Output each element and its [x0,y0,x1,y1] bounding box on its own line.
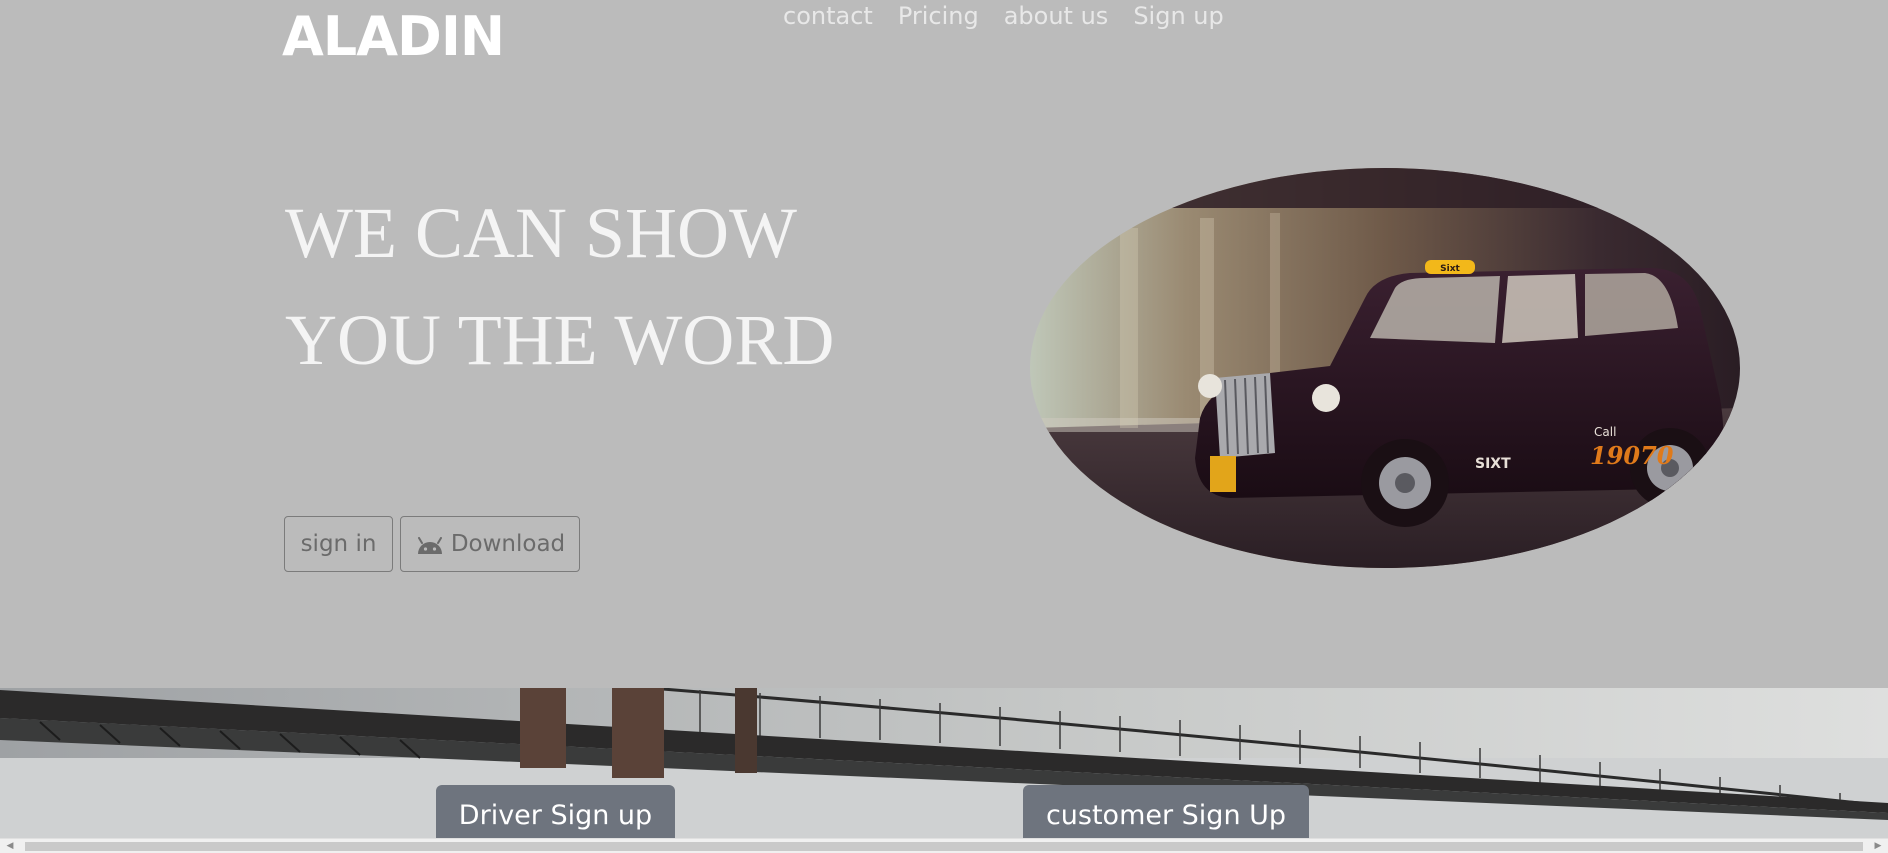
site-logo[interactable]: ALADIN [282,10,505,64]
taxi-door-brand: SIXT [1475,456,1511,472]
scroll-right-icon[interactable]: ▶ [1870,839,1886,853]
sign-in-label: sign in [300,531,377,557]
taxi-door-call: Call [1594,425,1616,439]
hero-section: ALADIN contact Pricing about us Sign up … [0,0,1888,688]
download-label: Download [450,531,566,557]
customer-sign-up-button[interactable]: customer Sign Up [1023,785,1309,845]
nav-contact[interactable]: contact [783,2,873,30]
taxi-roof-sign: Sixt [1440,264,1460,274]
top-nav: contact Pricing about us Sign up [783,2,1224,30]
horizontal-scrollbar[interactable]: ◀ ▶ [0,838,1888,853]
hero-headline: WE CAN SHOW YOU THE WORD [285,180,834,394]
bridge-banner [0,688,1888,838]
customer-sign-up-label: customer Sign Up [1045,799,1287,831]
nav-pricing[interactable]: Pricing [898,2,979,30]
headline-line-2: YOU THE WORD [285,300,835,380]
scroll-left-icon[interactable]: ◀ [2,839,18,853]
scrollbar-thumb[interactable] [25,842,1863,851]
download-button[interactable]: Download [400,516,580,572]
sign-in-button[interactable]: sign in [284,516,393,572]
headline-line-1: WE CAN SHOW [285,193,797,273]
driver-sign-up-label: Driver Sign up [458,799,653,831]
driver-sign-up-button[interactable]: Driver Sign up [436,785,675,845]
android-icon [415,535,445,554]
nav-sign-up[interactable]: Sign up [1133,2,1223,30]
taxi-image: Sixt Call 19070 SIXT [1030,168,1740,568]
nav-about-us[interactable]: about us [1004,2,1109,30]
taxi-door-number: 19070 [1590,441,1674,470]
